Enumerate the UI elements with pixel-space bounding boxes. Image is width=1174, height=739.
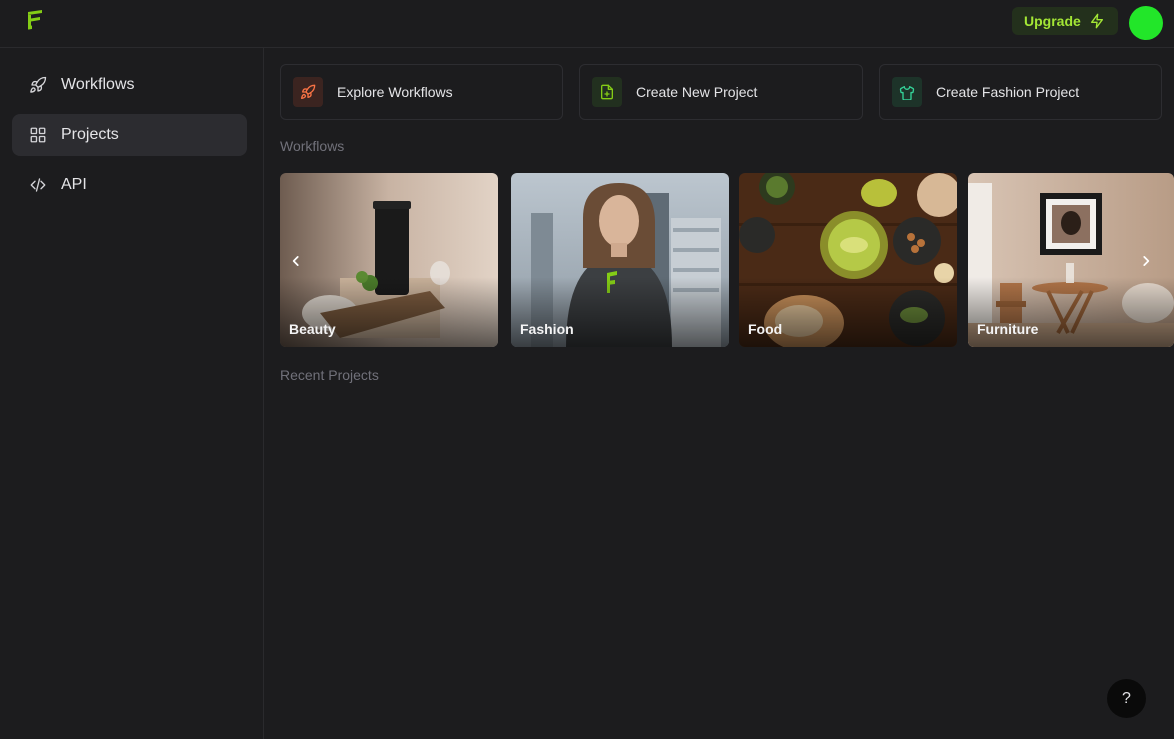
sidebar-item-projects[interactable]: Projects xyxy=(12,114,247,156)
create-project-icon-box xyxy=(592,77,622,107)
top-bar: Upgrade xyxy=(0,0,1174,48)
chevron-right-icon xyxy=(1143,256,1150,266)
sidebar-item-workflows[interactable]: Workflows xyxy=(12,64,247,106)
create-new-project-card[interactable]: Create New Project xyxy=(579,64,863,120)
shirt-icon xyxy=(899,86,915,100)
action-label: Explore Workflows xyxy=(337,84,453,100)
recent-projects-title: Recent Projects xyxy=(280,367,379,383)
action-label: Create New Project xyxy=(636,84,758,100)
grid-icon xyxy=(30,127,46,143)
workflow-tile-fashion[interactable]: Fashion xyxy=(511,173,729,347)
help-label: ? xyxy=(1122,689,1131,707)
workflow-carousel: Beauty Fashion Food Furniture xyxy=(280,173,1174,348)
avatar[interactable] xyxy=(1129,6,1163,40)
tile-label: Food xyxy=(748,321,783,337)
sidebar-item-label: Projects xyxy=(61,126,119,143)
sidebar-item-label: Workflows xyxy=(61,76,135,93)
help-button[interactable]: ? xyxy=(1107,679,1146,718)
explore-icon-box xyxy=(293,77,323,107)
tile-label: Furniture xyxy=(977,321,1039,337)
fashion-icon-box xyxy=(892,77,922,107)
workflows-section-title: Workflows xyxy=(280,138,345,154)
chevron-left-icon xyxy=(292,256,299,266)
code-icon xyxy=(30,178,46,192)
workflow-tile-beauty[interactable]: Beauty xyxy=(280,173,498,347)
rocket-icon xyxy=(301,84,316,99)
sidebar: Workflows Projects API xyxy=(0,48,264,739)
action-label: Create Fashion Project xyxy=(936,84,1080,100)
file-plus-icon xyxy=(601,84,613,100)
sidebar-item-api[interactable]: API xyxy=(12,164,247,206)
brand-logo-icon[interactable] xyxy=(26,10,44,32)
upgrade-label: Upgrade xyxy=(1024,13,1081,29)
carousel-prev-button[interactable] xyxy=(284,249,308,273)
upgrade-button[interactable]: Upgrade xyxy=(1012,7,1118,35)
sidebar-item-label: API xyxy=(61,176,87,193)
lightning-icon xyxy=(1090,13,1103,29)
tile-label: Beauty xyxy=(289,321,336,337)
rocket-icon xyxy=(30,76,47,93)
tile-label: Fashion xyxy=(520,321,574,337)
carousel-next-button[interactable] xyxy=(1134,249,1158,273)
explore-workflows-card[interactable]: Explore Workflows xyxy=(280,64,563,120)
create-fashion-project-card[interactable]: Create Fashion Project xyxy=(879,64,1162,120)
workflow-tile-food[interactable]: Food xyxy=(739,173,957,347)
